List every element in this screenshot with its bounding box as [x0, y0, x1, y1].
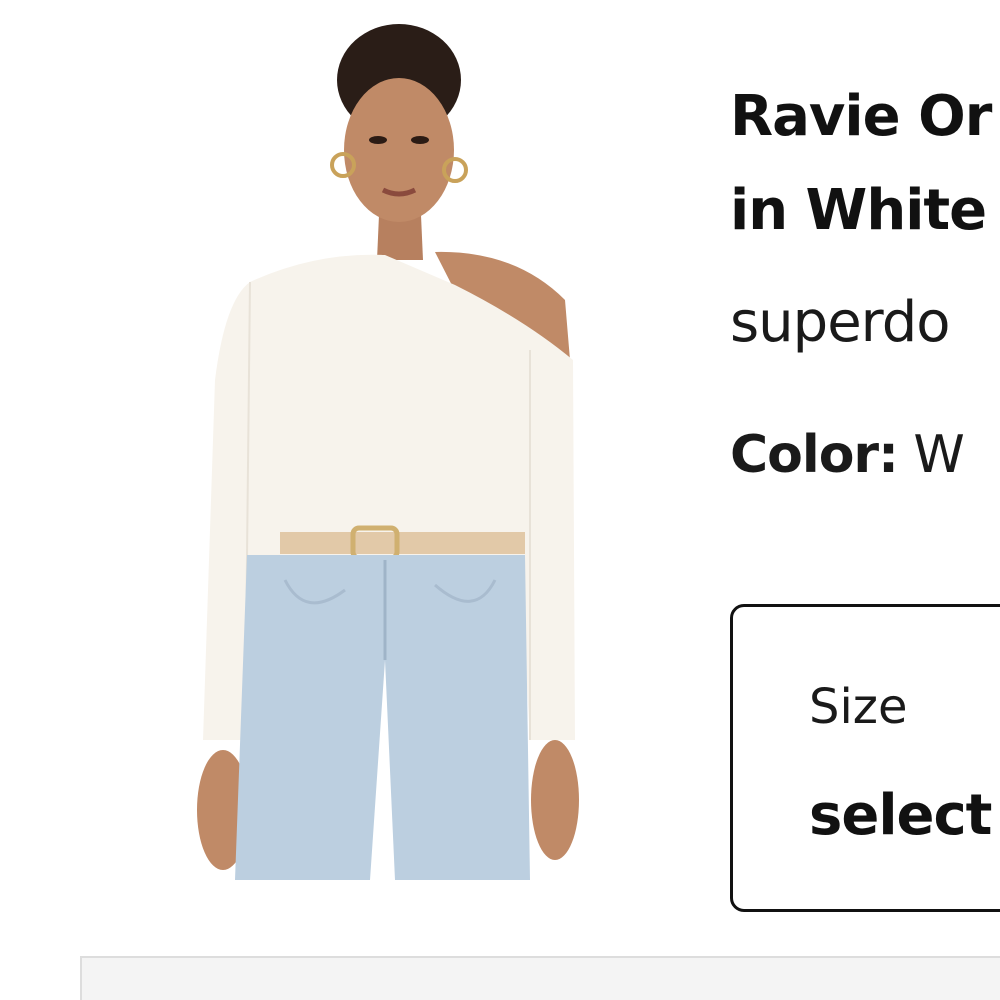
product-page: Ravie Or in White superdo Color: W Size … [0, 0, 1000, 1000]
size-select[interactable]: Size select [730, 604, 1000, 912]
product-title: Ravie Or in White [730, 70, 1000, 258]
product-image[interactable] [185, 20, 585, 880]
model-photo-illustration [197, 24, 579, 880]
color-label: Color: [730, 425, 899, 485]
color-row: Color: W [730, 425, 965, 485]
size-select-value: select [809, 783, 992, 848]
color-value: W [913, 425, 964, 485]
bottom-panel [80, 956, 1000, 1000]
product-title-line-1: Ravie Or [730, 84, 992, 149]
product-title-line-2: in White [730, 178, 987, 243]
size-label: Size [809, 679, 908, 735]
brand-name[interactable]: superdo [730, 290, 951, 355]
